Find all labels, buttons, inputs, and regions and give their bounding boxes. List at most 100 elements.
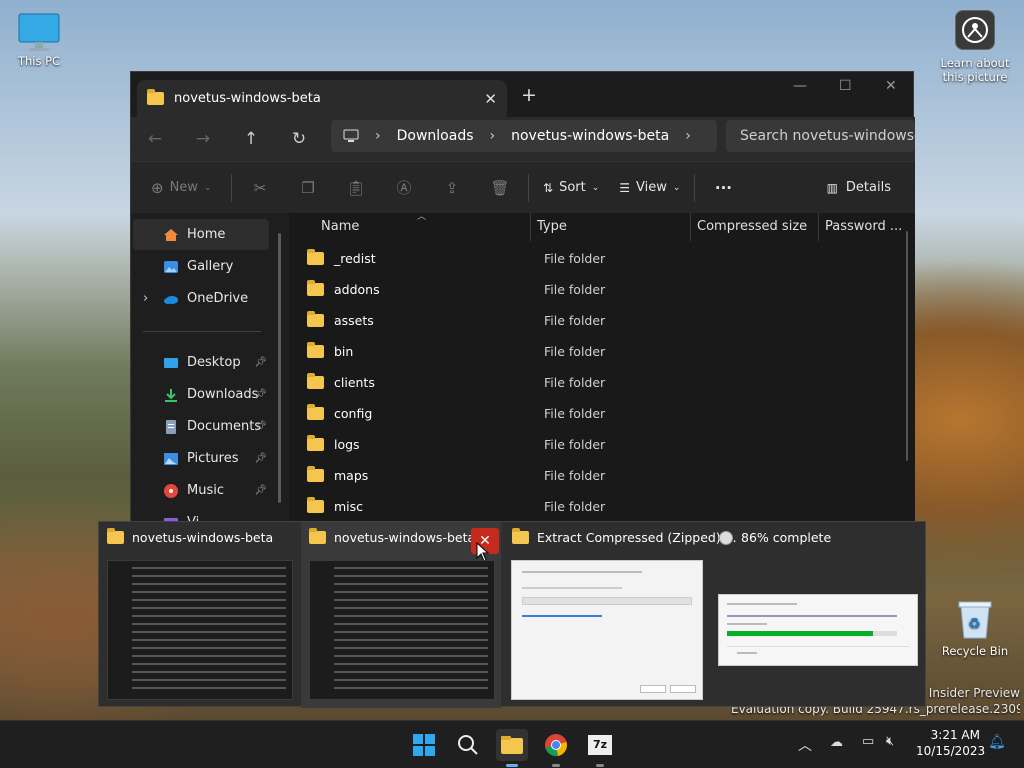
cut-icon[interactable]: ✂	[236, 179, 284, 197]
chevron-right-icon: ›	[685, 128, 691, 144]
chrome-taskbar-button[interactable]	[540, 729, 572, 767]
network-icon[interactable]: ▭	[862, 734, 874, 749]
forward-button[interactable]: →	[179, 129, 227, 149]
onedrive-tray-icon[interactable]: ☁	[830, 735, 843, 750]
file-row[interactable]: logs File folder	[307, 429, 867, 459]
7zip-icon: 7z	[588, 735, 612, 755]
file-row[interactable]: misc File folder	[307, 491, 867, 521]
windows-logo-icon	[413, 734, 435, 756]
search-input[interactable]: Search novetus-windows-beta	[726, 120, 915, 152]
spotlight-desktop-icon[interactable]: Learn about this picture	[940, 10, 1010, 84]
view-label: View	[636, 180, 667, 195]
svg-text:♻: ♻	[968, 616, 981, 632]
tab-close-icon[interactable]: ✕	[484, 90, 497, 108]
clock[interactable]: 3:21 AM 10/15/2023	[916, 727, 985, 759]
copy-icon[interactable]: ❐	[284, 179, 332, 197]
sidebar-item-downloads[interactable]: Downloads 📌︎	[133, 379, 269, 410]
file-name: assets	[334, 312, 374, 328]
folder-icon	[307, 341, 324, 358]
taskbar-thumbnail-preview: novetus-windows-beta novetus-windows-bet…	[98, 521, 926, 708]
preview-thumbnail-3	[511, 560, 703, 700]
sidebar-item-pictures[interactable]: Pictures 📌︎	[133, 443, 269, 474]
back-button[interactable]: ←	[131, 129, 179, 149]
delete-icon[interactable]: 🗑︎	[476, 179, 524, 197]
column-header-name[interactable]: Name	[315, 213, 531, 241]
file-type: File folder	[544, 343, 606, 359]
file-row[interactable]: clients File folder	[307, 367, 867, 397]
preview-window-2[interactable]: novetus-windows-beta ✕	[301, 522, 501, 708]
maximize-button[interactable]: ☐	[839, 78, 852, 94]
expand-chevron-icon[interactable]: ›	[143, 291, 148, 306]
this-pc-desktop-icon[interactable]: This PC	[10, 12, 68, 68]
sidebar-item-desktop[interactable]: Desktop 📌︎	[133, 347, 269, 378]
view-list-icon: ☰	[619, 180, 631, 195]
new-button[interactable]: ⊕ New ⌄	[131, 179, 227, 197]
recycle-bin-desktop-icon[interactable]: ♻ Recycle Bin	[940, 598, 1010, 658]
sidebar-item-music[interactable]: Music 📌︎	[133, 475, 269, 506]
preview-window-1[interactable]: novetus-windows-beta	[99, 522, 299, 708]
refresh-button[interactable]: ↻	[275, 129, 323, 149]
explorer-tab[interactable]: novetus-windows-beta ✕	[137, 80, 507, 117]
sidebar-item-onedrive[interactable]: › OneDrive	[133, 283, 269, 314]
plus-circle-icon: ⊕	[151, 178, 164, 197]
sidebar-label-gallery: Gallery	[187, 259, 234, 274]
file-row[interactable]: config File folder	[307, 398, 867, 428]
details-button[interactable]: ▥ Details	[827, 180, 891, 195]
breadcrumb-current[interactable]: novetus-windows-beta	[511, 128, 669, 144]
pc-icon	[343, 129, 359, 142]
pin-icon: 📌︎	[254, 485, 267, 496]
column-header-type[interactable]: Type	[531, 213, 691, 241]
sidebar-scrollbar[interactable]	[278, 233, 281, 503]
sort-button[interactable]: ⇅ Sort ⌄	[533, 180, 609, 195]
7zip-taskbar-button[interactable]: 7z	[584, 729, 616, 767]
column-header-password[interactable]: Password ...	[819, 213, 909, 241]
preview-thumbnail-4	[718, 594, 918, 666]
preview-window-4[interactable]: 86% complete	[711, 522, 925, 708]
file-explorer-taskbar-button[interactable]	[496, 729, 528, 767]
pin-icon: 📌︎	[254, 421, 267, 432]
up-button[interactable]: ↑	[227, 129, 275, 149]
file-row[interactable]: _redist File folder	[307, 243, 867, 273]
file-row[interactable]: addons File folder	[307, 274, 867, 304]
file-name: misc	[334, 498, 364, 514]
sidebar-item-documents[interactable]: Documents 📌︎	[133, 411, 269, 442]
rename-icon[interactable]: Ⓐ	[380, 177, 428, 198]
home-icon	[164, 228, 178, 241]
sort-label: Sort	[559, 180, 586, 195]
sidebar-item-home[interactable]: Home	[133, 219, 269, 250]
file-row[interactable]: assets File folder	[307, 305, 867, 335]
show-hidden-icons-button[interactable]: ︿	[798, 735, 812, 755]
taskbar: 7z ︿ ☁ ▭ 🔇︎ 3:21 AM 10/15/2023 🔔︎	[0, 720, 1024, 768]
search-icon	[458, 735, 478, 755]
content-scrollbar[interactable]	[906, 231, 908, 461]
minimize-button[interactable]: —	[793, 78, 807, 94]
breadcrumb-downloads[interactable]: Downloads	[397, 128, 474, 144]
close-window-button[interactable]: ✕	[885, 78, 897, 94]
preview-title-2: novetus-windows-beta	[334, 530, 476, 545]
spotlight-label: Learn about this picture	[940, 56, 1010, 84]
paste-icon[interactable]: 📋︎	[332, 179, 380, 197]
download-arrow-icon	[165, 388, 177, 402]
more-options-button[interactable]: ···	[699, 179, 747, 197]
file-row[interactable]: bin File folder	[307, 336, 867, 366]
address-bar[interactable]: › Downloads › novetus-windows-beta ›	[331, 120, 717, 152]
column-header-compressed-size[interactable]: Compressed size	[691, 213, 819, 241]
pin-icon: 📌︎	[254, 357, 267, 368]
notification-bell-icon[interactable]: 🔔︎	[988, 734, 1006, 750]
pin-icon: 📌︎	[254, 389, 267, 400]
start-button[interactable]	[408, 729, 440, 761]
view-button[interactable]: ☰ View ⌄	[609, 180, 690, 195]
onedrive-cloud-icon	[164, 295, 178, 304]
volume-muted-icon[interactable]: 🔇︎	[886, 734, 894, 749]
folder-icon	[307, 248, 324, 265]
preview-window-3[interactable]: Extract Compressed (Zipped) ...	[504, 522, 737, 708]
sidebar-label-pictures: Pictures	[187, 451, 239, 466]
search-button[interactable]	[452, 729, 484, 761]
preview-title-1: novetus-windows-beta	[132, 530, 274, 545]
chevron-down-icon: ⌄	[591, 182, 600, 193]
sidebar-item-gallery[interactable]: Gallery	[133, 251, 269, 282]
share-icon[interactable]: ⇪	[428, 179, 476, 197]
file-row[interactable]: maps File folder	[307, 460, 867, 490]
new-tab-button[interactable]: +	[521, 84, 537, 106]
file-name: clients	[334, 374, 375, 390]
